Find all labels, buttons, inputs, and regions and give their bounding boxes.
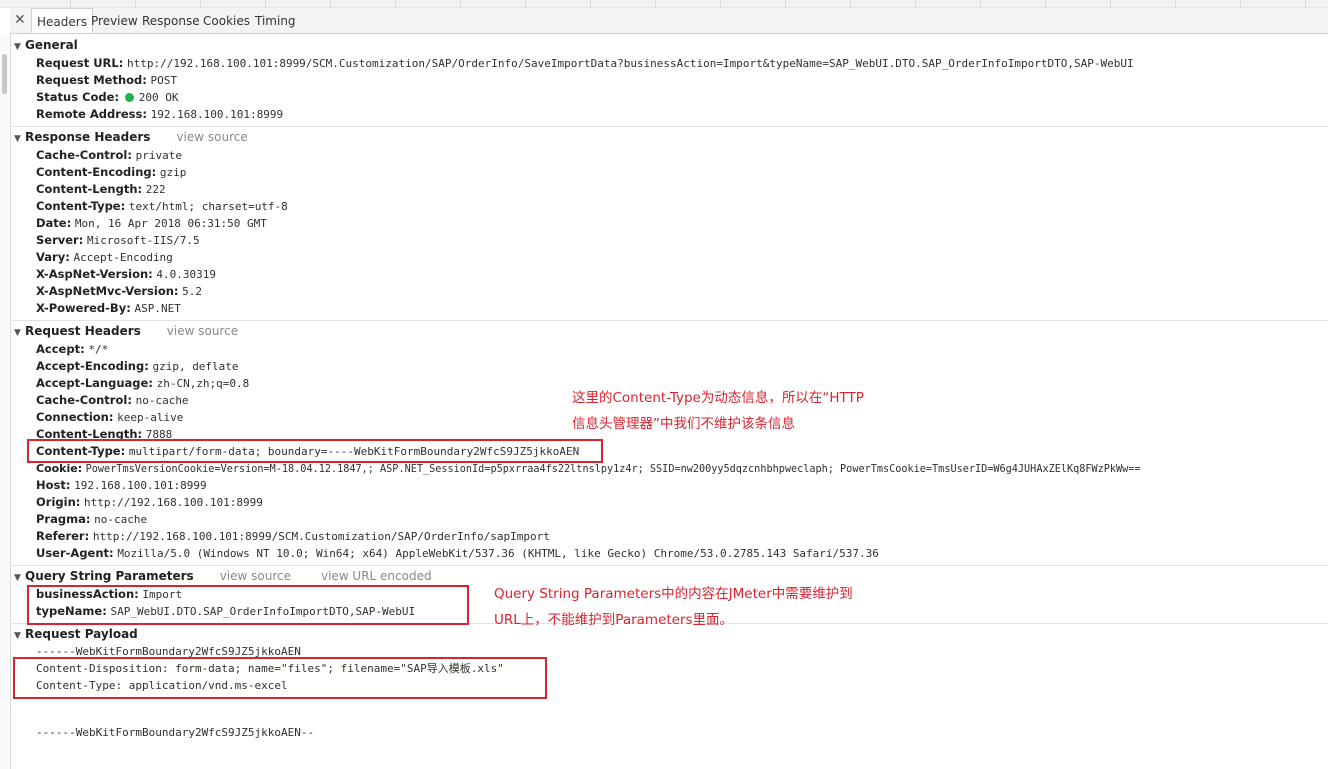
annotation-note-content-type: 这里的Content-Type为动态信息，所以在“HTTP 信息头管理器”中我们…	[572, 390, 864, 432]
header-row: Vary: Accept-Encoding	[36, 250, 173, 264]
header-row: Accept-Encoding: gzip, deflate	[36, 359, 239, 373]
section-title: General	[25, 38, 78, 52]
tab-timing[interactable]: Timing	[255, 8, 296, 33]
header-row: Content-Type: text/html; charset=utf-8	[36, 199, 288, 213]
tab-headers[interactable]: Headers	[31, 8, 93, 33]
header-row: User-Agent: Mozilla/5.0 (Windows NT 10.0…	[36, 546, 879, 560]
annotation-box-content-type	[27, 439, 603, 463]
section-title: Response Headers	[25, 130, 151, 144]
section-general-header[interactable]: ▼ General	[14, 37, 78, 53]
section-title: Request Payload	[25, 627, 138, 641]
header-row: X-Powered-By: ASP.NET	[36, 301, 181, 315]
tab-cookies[interactable]: Cookies	[203, 8, 250, 33]
expand-triangle-icon: ▼	[14, 42, 21, 52]
general-row-request-url: Request URL: http://192.168.100.101:8999…	[36, 56, 1134, 70]
header-row: Accept-Language: zh-CN,zh;q=0.8	[36, 376, 250, 390]
view-source-link[interactable]: view source	[220, 569, 291, 583]
header-row: X-AspNetMvc-Version: 5.2	[36, 284, 203, 298]
annotation-note-query-params: Query String Parameters中的内容在JMeter中需要维护到…	[494, 586, 853, 628]
tab-preview[interactable]: Preview	[91, 8, 138, 33]
section-response-headers-header[interactable]: ▼ Response Headers view source	[14, 129, 248, 145]
view-source-link[interactable]: view source	[167, 324, 238, 338]
close-icon[interactable]: ✕	[14, 12, 26, 28]
expand-triangle-icon: ▼	[14, 134, 21, 144]
general-row-status-code: Status Code: 200 OK	[36, 90, 179, 104]
header-row: Date: Mon, 16 Apr 2018 06:31:50 GMT	[36, 216, 267, 230]
header-row: Referer: http://192.168.100.101:8999/SCM…	[36, 529, 550, 543]
expand-triangle-icon: ▼	[14, 631, 21, 641]
section-request-payload-header[interactable]: ▼ Request Payload	[14, 626, 138, 642]
expand-triangle-icon: ▼	[14, 573, 21, 583]
tab-response[interactable]: Response	[142, 8, 200, 33]
header-row: Cache-Control: no-cache	[36, 393, 189, 407]
header-row: Content-Encoding: gzip	[36, 165, 187, 179]
left-scrollbar[interactable]	[0, 34, 11, 769]
header-row: Server: Microsoft-IIS/7.5	[36, 233, 200, 247]
section-title: Request Headers	[25, 324, 141, 338]
section-request-headers-header[interactable]: ▼ Request Headers view source	[14, 323, 238, 339]
header-row: Host: 192.168.100.101:8999	[36, 478, 207, 492]
header-row: Pragma: no-cache	[36, 512, 148, 526]
header-row: Origin: http://192.168.100.101:8999	[36, 495, 263, 509]
section-divider	[10, 126, 1328, 127]
section-divider	[10, 565, 1328, 566]
header-row: Connection: keep-alive	[36, 410, 184, 424]
general-row-remote-address: Remote Address: 192.168.100.101:8999	[36, 107, 284, 121]
top-strip	[0, 0, 1328, 8]
view-url-encoded-link[interactable]: view URL encoded	[321, 569, 432, 583]
general-row-request-method: Request Method: POST	[36, 73, 178, 87]
section-title: Query String Parameters	[25, 569, 194, 583]
header-row: X-AspNet-Version: 4.0.30319	[36, 267, 217, 281]
expand-triangle-icon: ▼	[14, 328, 21, 338]
header-row: Accept: */*	[36, 342, 109, 356]
header-row: Content-Length: 222	[36, 182, 166, 196]
view-source-link[interactable]: view source	[176, 130, 247, 144]
annotation-box-payload	[13, 657, 547, 699]
status-ok-dot-icon	[124, 93, 134, 102]
header-row: Cache-Control: private	[36, 148, 182, 162]
section-divider	[10, 320, 1328, 321]
section-query-params-header[interactable]: ▼ Query String Parameters view source view …	[14, 568, 432, 584]
detail-tab-bar: ✕ Headers Preview Response Cookies Timin…	[10, 8, 1328, 34]
annotation-box-query-params	[27, 585, 469, 625]
payload-line: ------WebKitFormBoundary2WfcS9JZ5jkkoAEN…	[36, 726, 315, 739]
